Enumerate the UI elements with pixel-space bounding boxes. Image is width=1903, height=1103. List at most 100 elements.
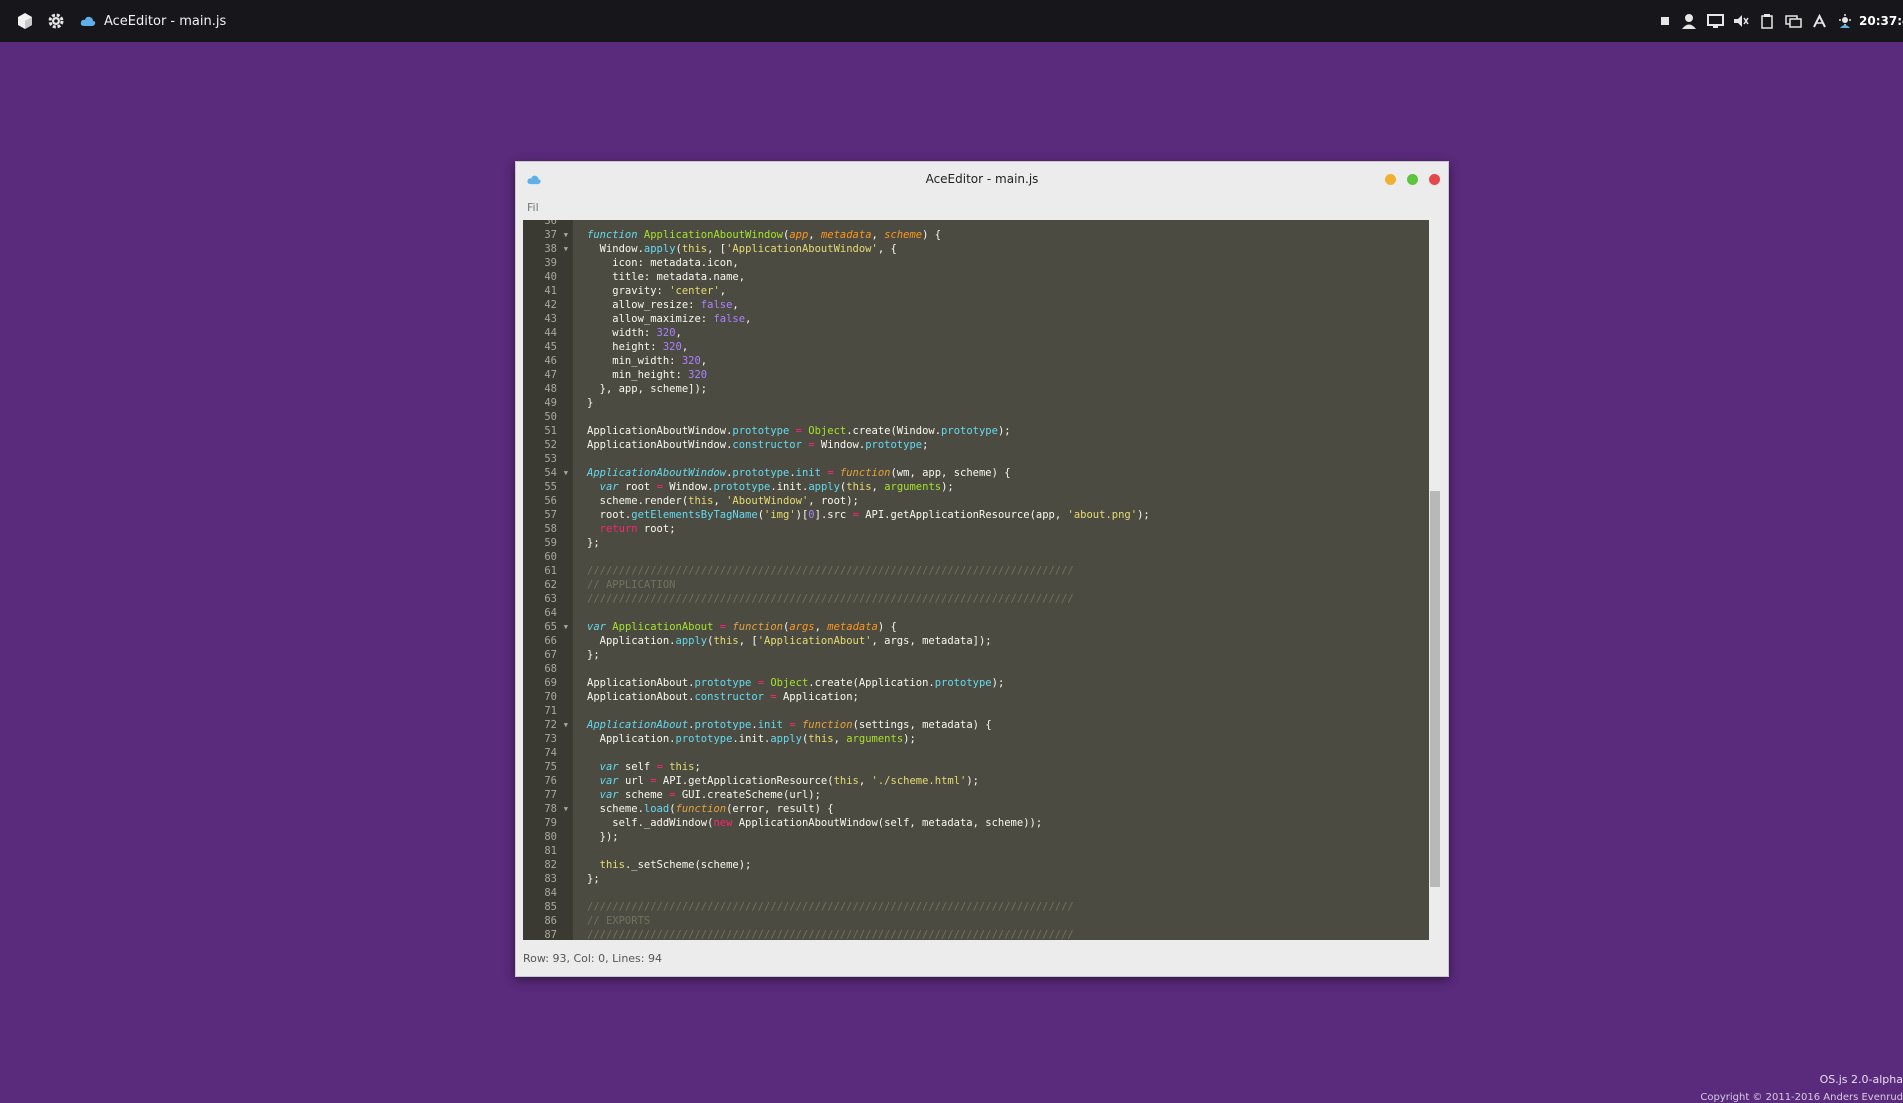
- gutter-line: 48: [523, 382, 573, 396]
- line-number: 48: [544, 383, 557, 395]
- code-line: icon: metadata.icon,: [573, 256, 1150, 270]
- line-number: 62: [544, 579, 557, 591]
- clipboard-icon[interactable]: [1758, 12, 1776, 30]
- gutter-line: 70: [523, 690, 573, 704]
- code-line: min_height: 320: [573, 368, 1150, 382]
- code-token: ].src: [814, 509, 853, 521]
- line-gutter: 36 37 ▼ 38 ▼ 39 40 41 42 43 44 45 46 47 48 49 50 51 52 53 54…: [523, 220, 573, 940]
- code-token: ,: [808, 229, 821, 241]
- weather-icon[interactable]: [1836, 12, 1854, 30]
- display-icon[interactable]: [1706, 12, 1724, 30]
- code-line: });: [573, 830, 1150, 844]
- fold-arrow-icon[interactable]: ▼: [564, 802, 568, 816]
- code-token: prototype: [713, 481, 771, 493]
- notification-icon[interactable]: [1656, 12, 1674, 30]
- close-button[interactable]: [1429, 174, 1440, 185]
- gutter-line: 45: [523, 340, 573, 354]
- code-token: './scheme.html': [871, 775, 967, 787]
- gutter-line: 47: [523, 368, 573, 382]
- code-token: , args, metadata]);: [871, 635, 992, 647]
- code-line: var scheme = GUI.createScheme(url);: [573, 788, 1150, 802]
- network-icon[interactable]: [1784, 12, 1802, 30]
- code-token: arguments: [884, 481, 942, 493]
- code-token: =: [801, 439, 821, 451]
- clock[interactable]: 20:37:4: [1859, 0, 1903, 42]
- code-token: );: [941, 481, 954, 493]
- code-token: this: [713, 635, 739, 647]
- gutter-line: 83: [523, 872, 573, 886]
- code-token: .init.: [770, 481, 809, 493]
- code-token: 320: [656, 327, 676, 339]
- gutter-line: 87: [523, 928, 573, 940]
- code-token: ApplicationAbout: [612, 621, 714, 633]
- code-token: );: [997, 425, 1011, 437]
- taskbar-window-button[interactable]: AceEditor - main.js: [80, 0, 226, 42]
- gutter-line: 44: [523, 326, 573, 340]
- code-token: ,: [871, 481, 885, 493]
- code-token: ,: [681, 341, 689, 353]
- top-panel: AceEditor - main.js 20:37:4: [0, 0, 1903, 42]
- fold-arrow-icon[interactable]: ▼: [564, 228, 568, 242]
- code-token: ApplicationAboutWindow.: [587, 425, 733, 437]
- fold-arrow-icon[interactable]: ▼: [564, 466, 568, 480]
- fold-arrow-icon[interactable]: ▼: [564, 620, 568, 634]
- code-token: , [: [707, 243, 727, 255]
- gutter-line: 65 ▼: [523, 620, 573, 634]
- code-token: (settings, metadata) {: [852, 719, 992, 731]
- fold-arrow-icon[interactable]: ▼: [564, 242, 568, 256]
- vertical-scrollbar[interactable]: [1429, 220, 1441, 940]
- maximize-button[interactable]: [1407, 174, 1418, 185]
- code-token: // EXPORTS: [587, 915, 651, 927]
- gutter-line: 76: [523, 774, 573, 788]
- code-line: root.getElementsByTagName('img')[0].src …: [573, 508, 1150, 522]
- gutter-line: 37 ▼: [523, 228, 573, 242]
- code-token: // APPLICATION: [587, 579, 676, 591]
- code-token: prototype: [694, 677, 752, 689]
- code-token: this: [681, 243, 708, 255]
- line-number: 36: [544, 220, 557, 227]
- line-number: 73: [544, 733, 557, 745]
- code-editor[interactable]: 36 37 ▼ 38 ▼ 39 40 41 42 43 44 45 46 47 48 49 50 51 52 53 54…: [523, 220, 1429, 940]
- gutter-line: 77: [523, 788, 573, 802]
- line-number: 38: [544, 243, 557, 255]
- code-token: apply: [675, 635, 708, 647]
- line-number: 83: [544, 873, 557, 885]
- code-line: Window.apply(this, ['ApplicationAboutWin…: [573, 242, 1150, 256]
- line-number: 74: [544, 747, 557, 759]
- code-token: apply: [770, 733, 802, 745]
- bluetooth-icon[interactable]: [1810, 12, 1828, 30]
- code-token: ////////////////////////////////////////…: [587, 593, 1074, 605]
- code-token: };: [587, 537, 600, 549]
- gutter-line: 43: [523, 312, 573, 326]
- gutter-line: 40: [523, 270, 573, 284]
- code-token: width:: [587, 327, 657, 339]
- code-token: .create(Window.: [846, 425, 942, 437]
- window-titlebar[interactable]: AceEditor - main.js: [516, 162, 1448, 196]
- fold-arrow-icon[interactable]: ▼: [564, 718, 568, 732]
- code-line: ApplicationAbout.prototype = Object.crea…: [573, 676, 1150, 690]
- code-area[interactable]: function ApplicationAboutWindow(app, met…: [573, 220, 1429, 940]
- line-number: 45: [544, 341, 557, 353]
- gutter-line: 80: [523, 830, 573, 844]
- settings-button[interactable]: [47, 0, 65, 42]
- code-line: ApplicationAbout.prototype.init = functi…: [573, 718, 1150, 732]
- line-number: 40: [544, 271, 557, 283]
- code-line: };: [573, 872, 1150, 886]
- code-token: function: [675, 803, 727, 815]
- gutter-line: 39: [523, 256, 573, 270]
- code-token: allow_resize:: [587, 299, 701, 311]
- minimize-button[interactable]: [1385, 174, 1396, 185]
- line-number: 53: [544, 453, 557, 465]
- code-token: ////////////////////////////////////////…: [587, 929, 1074, 940]
- volume-icon[interactable]: [1732, 12, 1750, 30]
- scrollbar-thumb[interactable]: [1430, 491, 1440, 887]
- code-line: height: 320,: [573, 340, 1150, 354]
- code-token: min_height:: [587, 369, 689, 381]
- menu-file[interactable]: Fil: [527, 201, 539, 214]
- user-icon[interactable]: [1680, 12, 1698, 30]
- line-number: 68: [544, 663, 557, 675]
- os-menu-button[interactable]: [16, 0, 34, 42]
